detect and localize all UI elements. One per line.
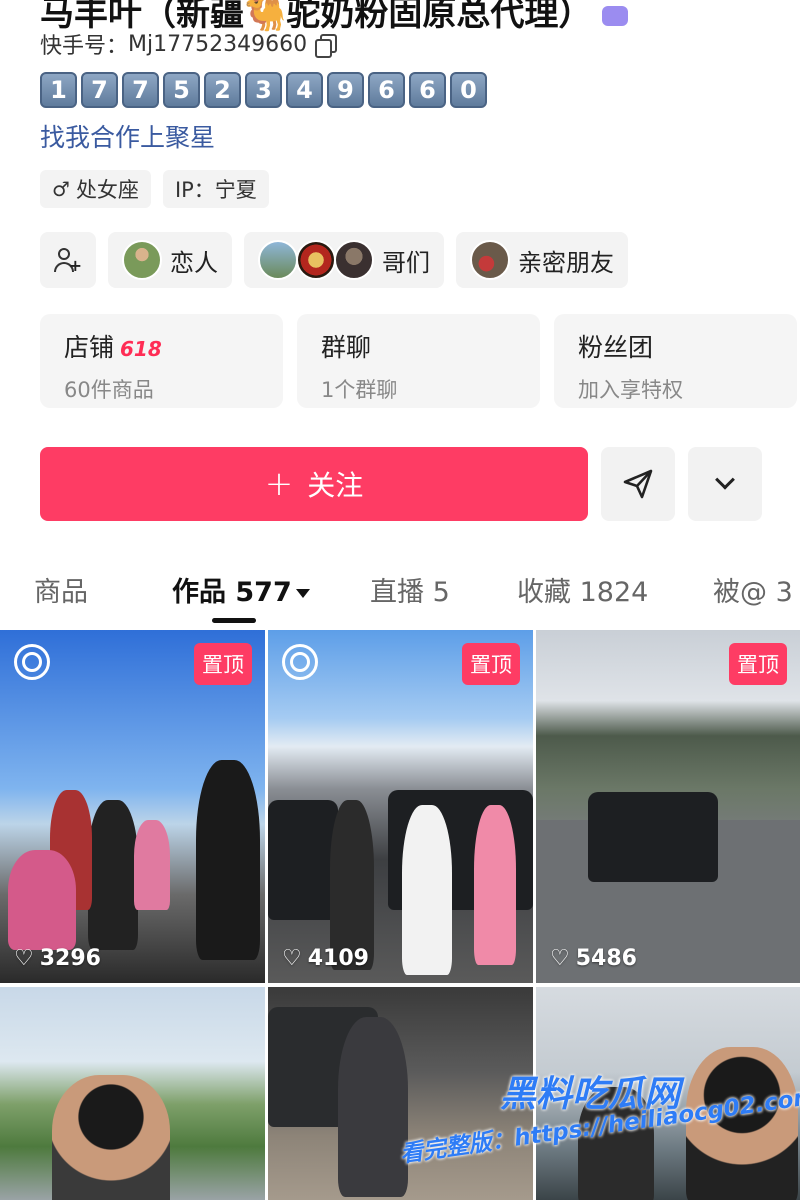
person-figure xyxy=(88,800,138,950)
heart-icon: ♡ xyxy=(550,945,570,971)
relations-row: + 恋人 哥们 亲密朋友 xyxy=(40,232,628,288)
shop-card[interactable]: 店铺 618 60件商品 xyxy=(40,314,283,408)
video-tile[interactable] xyxy=(268,987,533,1200)
id-digit: 7 xyxy=(122,72,159,108)
id-digit: 2 xyxy=(204,72,241,108)
tab-works-label: 作品 577 xyxy=(172,577,292,608)
zodiac-label: 处女座 xyxy=(75,178,139,202)
avatar xyxy=(122,240,162,280)
car-shape xyxy=(268,800,338,920)
likes-count: ♡ 5486 xyxy=(550,946,637,971)
id-digit: 6 xyxy=(368,72,405,108)
collab-link[interactable]: 找我合作上聚星 xyxy=(40,118,215,154)
video-tile[interactable]: 置顶 ♡ 3296 xyxy=(0,630,265,983)
shop-title: 店铺 xyxy=(64,333,115,362)
shop-subtitle: 60件商品 xyxy=(64,378,154,402)
kuaishou-id-label: 快手号： xyxy=(40,34,129,59)
likes-count: ♡ 3296 xyxy=(14,946,101,971)
group-chat-card[interactable]: 群聊 1个群聊 xyxy=(297,314,540,408)
heart-icon: ♡ xyxy=(14,945,34,971)
person-figure xyxy=(134,820,170,910)
follow-label: 关注 xyxy=(307,469,364,502)
relation-label: 恋人 xyxy=(170,248,218,277)
pinned-badge: 置顶 xyxy=(194,643,252,685)
active-tab-indicator xyxy=(212,618,256,623)
heart-icon: ♡ xyxy=(282,945,302,971)
avatar xyxy=(334,240,374,280)
avatar xyxy=(470,240,510,280)
relation-label: 哥们 xyxy=(382,248,430,277)
group-chat-title: 群聊 xyxy=(321,333,372,362)
content-tabs: 商品 作品 577 直播 5 收藏 1824 被@ 3 xyxy=(0,560,800,624)
fan-club-card[interactable]: 粉丝团 加入享特权 xyxy=(554,314,797,408)
video-tile[interactable]: 置顶 ♡ 4109 xyxy=(268,630,533,983)
id-digit: 0 xyxy=(450,72,487,108)
avatar xyxy=(296,240,336,280)
likes-value: 3296 xyxy=(39,946,101,971)
live-icon xyxy=(14,644,50,680)
avatar-group xyxy=(258,240,374,280)
id-digit: 1 xyxy=(40,72,77,108)
promo-badge: 618 xyxy=(120,337,162,361)
add-friend-button[interactable]: + xyxy=(40,232,96,288)
tab-mentions[interactable]: 被@ 3 xyxy=(713,570,793,609)
fan-club-title: 粉丝团 xyxy=(578,333,654,362)
person-figure xyxy=(402,805,452,975)
tab-products[interactable]: 商品 xyxy=(34,570,88,609)
profile-tags: ♂ 处女座 IP：宁夏 xyxy=(40,170,269,208)
id-digit: 5 xyxy=(163,72,200,108)
group-chat-subtitle: 1个群聊 xyxy=(321,378,398,402)
pinned-badge: 置顶 xyxy=(729,643,787,685)
chevron-down-icon xyxy=(715,469,735,490)
caret-down-icon xyxy=(295,589,310,598)
id-digit-row: 1 7 7 5 2 3 4 9 6 6 0 xyxy=(40,72,487,108)
send-icon xyxy=(623,469,653,499)
male-icon: ♂ xyxy=(52,177,70,201)
copy-icon[interactable] xyxy=(315,34,338,58)
likes-value: 5486 xyxy=(575,946,637,971)
send-message-button[interactable] xyxy=(601,447,675,521)
id-digit: 7 xyxy=(81,72,118,108)
avatar xyxy=(258,240,298,280)
ip-location-tag: IP：宁夏 xyxy=(162,170,269,208)
pinned-badge: 置顶 xyxy=(462,643,520,685)
badge-icon xyxy=(602,5,629,26)
person-figure xyxy=(330,800,374,970)
tab-live[interactable]: 直播 5 xyxy=(370,570,450,609)
feature-cards: 店铺 618 60件商品 群聊 1个群聊 粉丝团 加入享特权 xyxy=(40,314,797,408)
tab-favorites[interactable]: 收藏 1824 xyxy=(517,570,648,609)
relation-close-friends[interactable]: 亲密朋友 xyxy=(456,232,628,288)
kuaishou-id: 快手号： Mj17752349660 xyxy=(40,28,338,60)
video-tile[interactable] xyxy=(0,987,265,1200)
id-digit: 4 xyxy=(286,72,323,108)
person-figure xyxy=(52,1075,170,1200)
plus-icon: + xyxy=(264,464,294,504)
car-shape xyxy=(588,792,718,882)
ip-label: IP：宁夏 xyxy=(174,178,257,202)
kuaishou-id-value: Mj17752349660 xyxy=(128,31,308,57)
gender-zodiac-tag: ♂ 处女座 xyxy=(40,170,151,208)
relation-lover[interactable]: 恋人 xyxy=(108,232,232,288)
id-digit: 9 xyxy=(327,72,364,108)
person-figure xyxy=(196,760,260,960)
person-figure xyxy=(474,805,516,965)
person-figure xyxy=(338,1017,408,1197)
tab-works[interactable]: 作品 577 xyxy=(172,570,310,609)
add-user-icon: + xyxy=(54,246,82,274)
person-figure xyxy=(8,850,76,950)
video-tile[interactable]: 置顶 ♡ 5486 xyxy=(536,630,800,983)
relation-label: 亲密朋友 xyxy=(518,248,614,277)
relation-buddies[interactable]: 哥们 xyxy=(244,232,444,288)
fan-club-subtitle: 加入享特权 xyxy=(578,378,683,402)
more-options-button[interactable] xyxy=(688,447,762,521)
id-digit: 6 xyxy=(409,72,446,108)
likes-count: ♡ 4109 xyxy=(282,946,369,971)
likes-value: 4109 xyxy=(307,946,369,971)
live-icon xyxy=(282,644,318,680)
follow-button[interactable]: + 关注 xyxy=(40,447,588,521)
id-digit: 3 xyxy=(245,72,282,108)
